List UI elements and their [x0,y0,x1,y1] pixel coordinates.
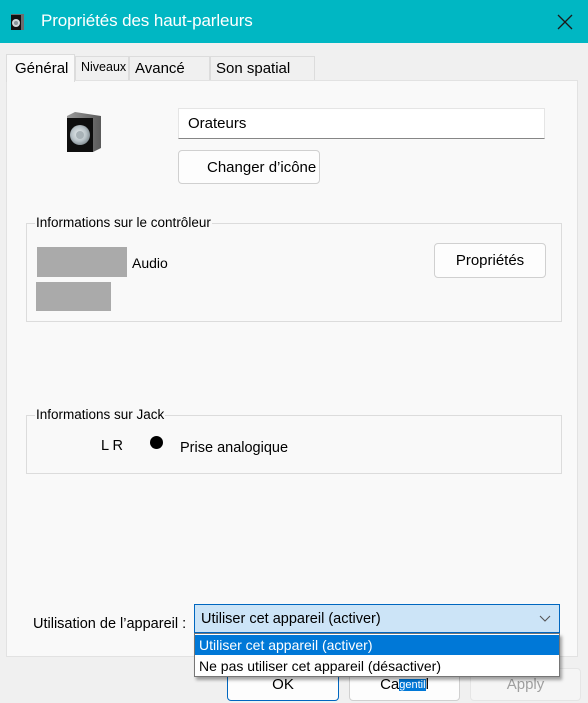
controller-name-suffix: Audio [132,255,168,271]
dropdown-option-disable[interactable]: Ne pas utiliser cet appareil (désactiver… [195,656,559,676]
title-bar: Propriétés des haut-parleurs [0,0,588,43]
jack-channels: L R [101,438,124,454]
device-usage-select[interactable]: Utiliser cet appareil (activer) [194,604,560,633]
window-title: Propriétés des haut-parleurs [41,11,253,30]
cancel-label-overlay: gentil [399,678,426,691]
controller-info-title: Informations sur le contrôleur [35,215,212,231]
close-button[interactable] [542,0,588,43]
cancel-label-end: l [425,676,429,693]
jack-color-dot-icon [150,436,163,449]
jack-info-group: Informations sur Jack L R Prise analogiq… [26,407,562,474]
device-usage-dropdown: Utiliser cet appareil (activer) Ne pas u… [194,633,560,677]
tab-niveaux[interactable]: Niveaux [75,56,129,80]
chevron-down-icon [539,615,551,622]
device-name-input[interactable] [178,108,545,139]
jack-info-title: Informations sur Jack [35,407,166,423]
speaker-icon [67,112,101,152]
cancel-label-prefix: Ca [380,676,400,693]
apply-label: Apply [506,676,545,693]
tab-son-spatial[interactable]: Son spatial [210,56,315,80]
dropdown-option-enable[interactable]: Utiliser cet appareil (activer) [195,635,559,655]
speaker-icon [11,14,24,30]
device-usage-label: Utilisation de l’appareil : [33,616,187,632]
change-icon-button[interactable]: Changer d’icône [178,150,320,184]
redacted-controller-vendor [36,282,111,311]
close-icon [557,14,573,29]
controller-properties-label: Propriétés [455,252,525,269]
change-icon-label: Changer d’icône [207,158,317,176]
controller-properties-button[interactable]: Propriétés [434,243,546,278]
device-usage-selected: Utiliser cet appareil (activer) [201,611,381,627]
jack-type: Prise analogique [180,440,289,456]
ok-label: OK [272,676,294,693]
tab-avance[interactable]: Avancé [129,56,210,80]
tab-general[interactable]: Général [6,54,75,82]
redacted-controller-name [37,247,127,277]
